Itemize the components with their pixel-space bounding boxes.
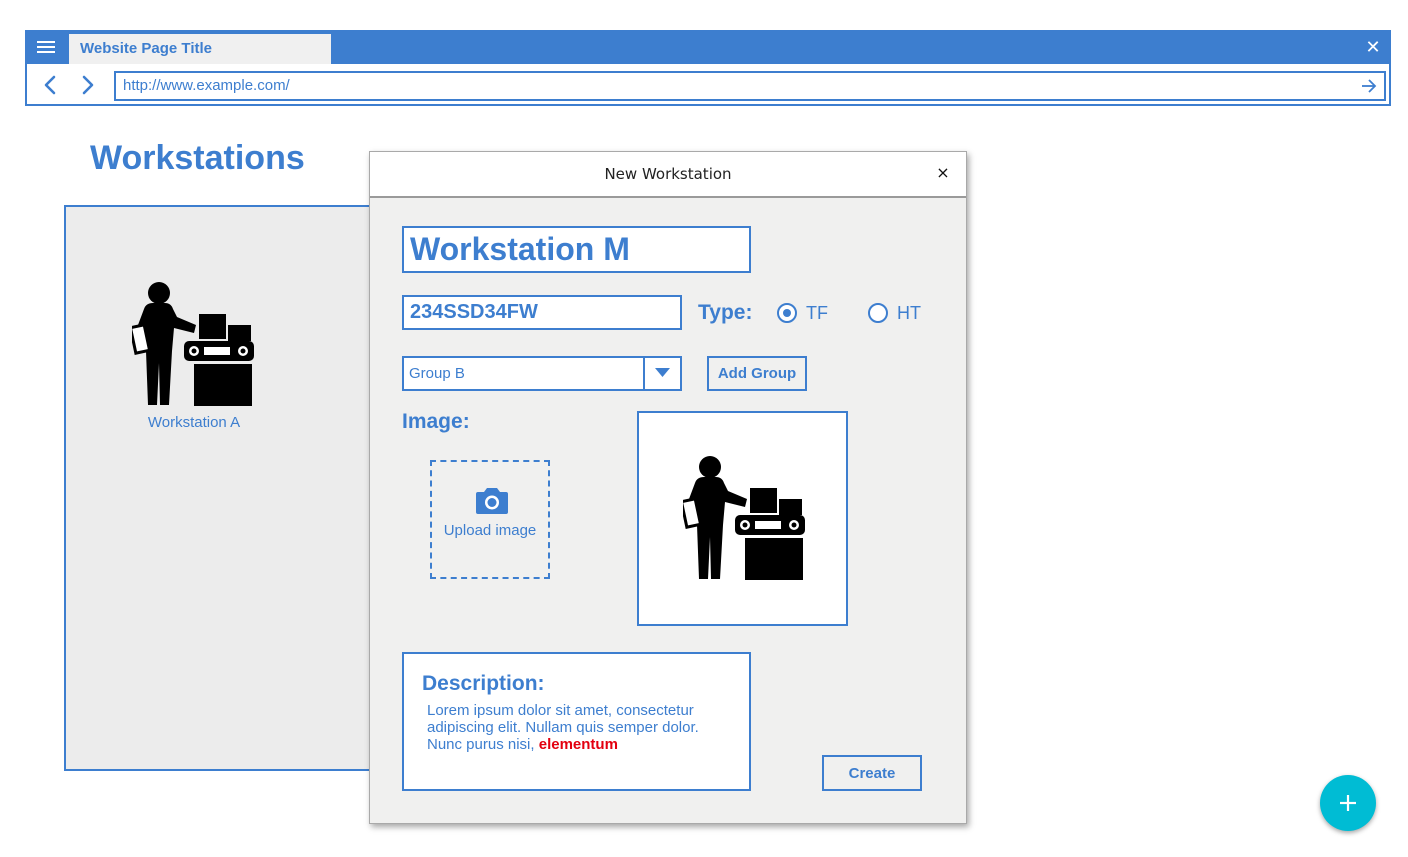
tab-title: Website Page Title	[80, 40, 212, 57]
dialog-title: New Workstation	[604, 165, 732, 183]
dropdown-toggle[interactable]	[643, 358, 680, 389]
description-highlight: elementum	[538, 736, 618, 753]
go-arrow-icon[interactable]	[1360, 77, 1378, 95]
radio-button-selected[interactable]	[777, 303, 797, 323]
image-label: Image:	[402, 410, 470, 433]
camera-icon	[476, 488, 508, 514]
worker-machine-icon	[132, 282, 254, 406]
back-arrow-icon[interactable]	[41, 74, 61, 96]
dialog-close-icon[interactable]: ×	[935, 164, 951, 182]
menu-icon[interactable]	[37, 41, 55, 55]
page-title: Workstations	[90, 139, 305, 177]
radio-button[interactable]	[868, 303, 888, 323]
dialog-header: New Workstation ×	[370, 152, 966, 198]
type-option-label: TF	[806, 303, 828, 323]
add-group-button[interactable]: Add Group	[707, 356, 807, 391]
description-box[interactable]: Description: Lorem ipsum dolor sit amet,…	[402, 652, 751, 791]
group-dropdown[interactable]: Group B	[402, 356, 682, 391]
type-option-label: HT	[897, 303, 921, 323]
new-workstation-dialog: New Workstation × Type: TF HT Group B Ad…	[369, 151, 967, 824]
forward-arrow-icon[interactable]	[77, 74, 97, 96]
chevron-down-icon	[655, 368, 670, 377]
workstation-card-label: Workstation A	[147, 414, 241, 431]
url-text[interactable]: http://www.example.com/	[123, 73, 290, 99]
plus-icon	[1340, 795, 1356, 811]
upload-image-label: Upload image	[443, 522, 537, 539]
serial-number-input[interactable]	[402, 295, 682, 330]
upload-image-dropzone[interactable]: Upload image	[430, 460, 550, 579]
description-text[interactable]: Lorem ipsum dolor sit amet, consectetur …	[427, 702, 737, 753]
browser-titlebar: Website Page Title ✕	[27, 32, 1389, 64]
browser-window: Website Page Title ✕ http://www.example.…	[25, 30, 1391, 106]
description-title: Description:	[422, 672, 545, 695]
create-button[interactable]: Create	[822, 755, 922, 791]
worker-machine-icon	[683, 456, 805, 580]
url-bar[interactable]: http://www.example.com/	[114, 71, 1386, 101]
browser-tab[interactable]: Website Page Title	[69, 34, 331, 64]
workstation-list-panel: Workstation A	[64, 205, 384, 771]
close-icon[interactable]: ✕	[1365, 38, 1381, 56]
group-selected-value: Group B	[409, 365, 465, 382]
add-fab-button[interactable]	[1320, 775, 1376, 831]
type-label: Type:	[698, 301, 753, 324]
image-preview	[637, 411, 848, 626]
workstation-name-input[interactable]	[402, 226, 751, 273]
